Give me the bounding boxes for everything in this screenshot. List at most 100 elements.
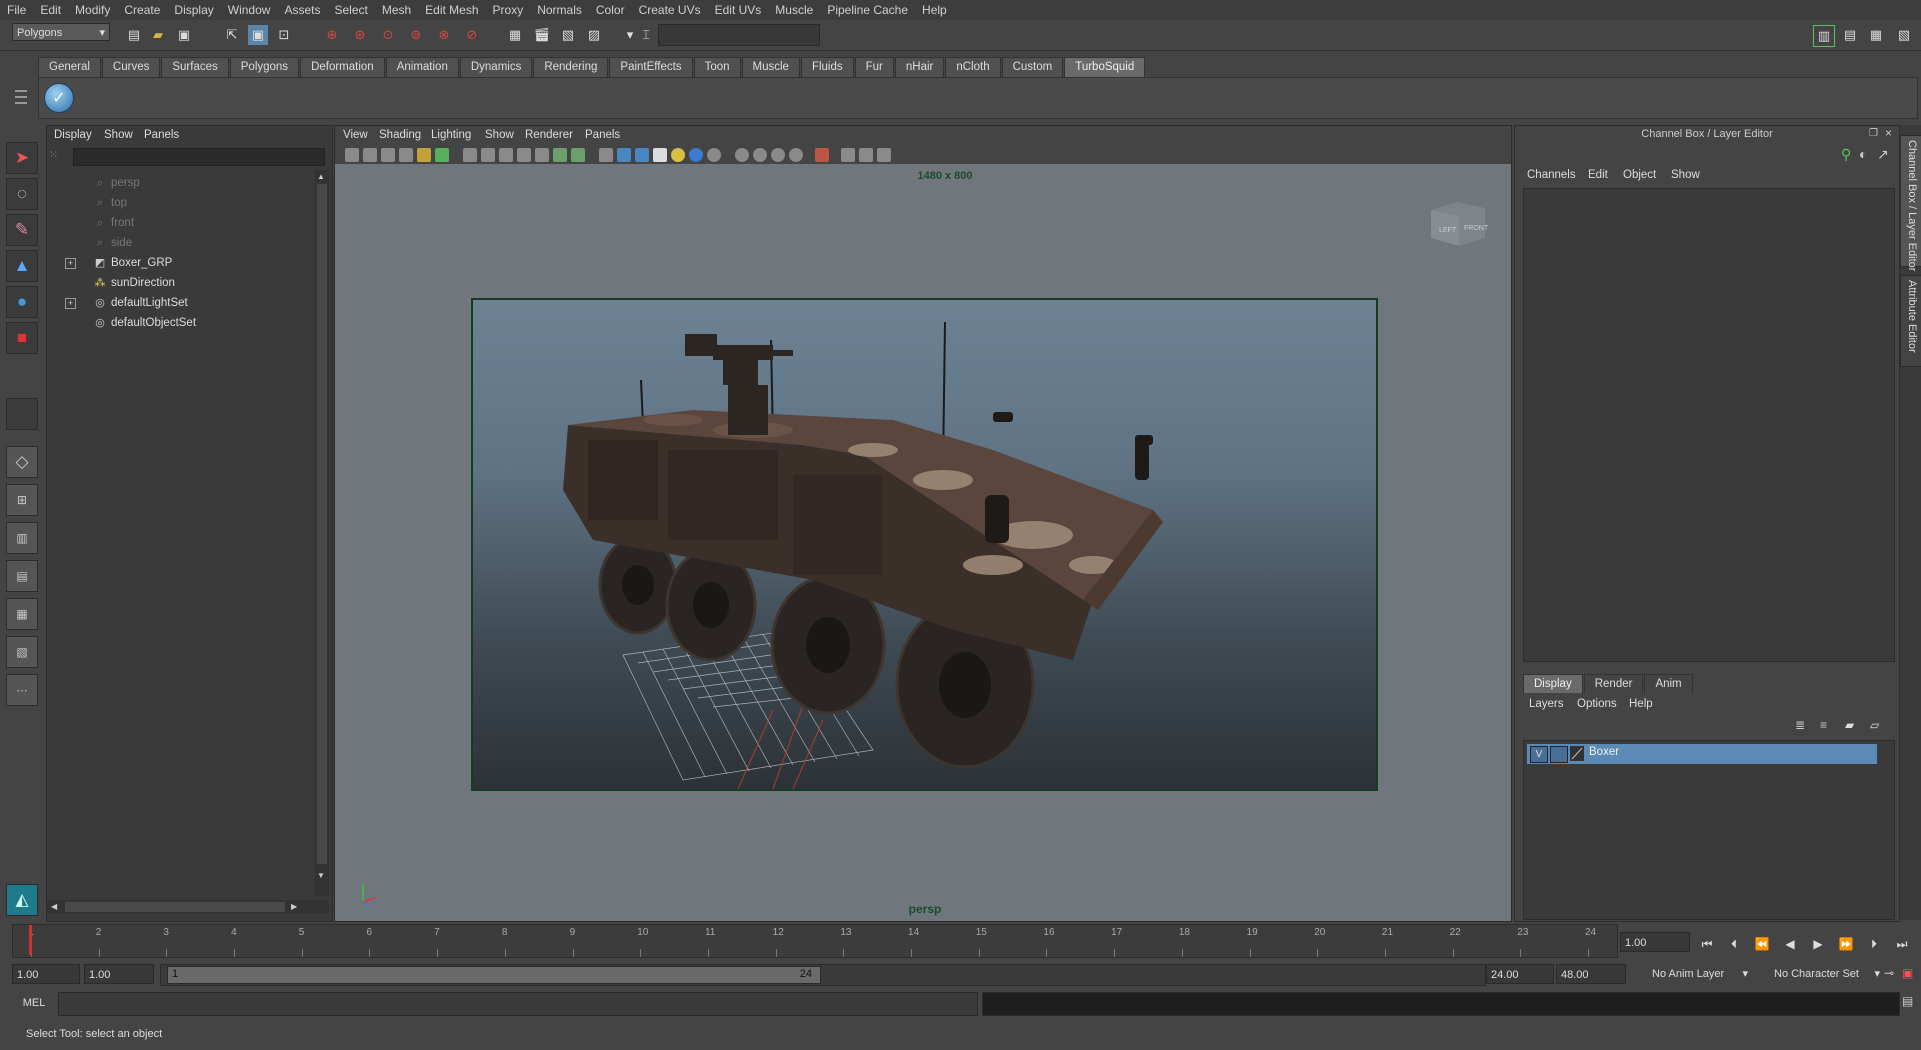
- go-to-end-icon[interactable]: ⏭: [1892, 935, 1912, 953]
- step-back-key-icon[interactable]: ⏪: [1752, 935, 1772, 953]
- turbosquid-checkmate-icon[interactable]: ✓: [44, 83, 74, 113]
- persp-graph-hypergraph-layout-icon[interactable]: ▧: [6, 636, 38, 668]
- shelf-tab-toon[interactable]: Toon: [693, 57, 741, 77]
- layer-tab-display[interactable]: Display: [1523, 674, 1583, 693]
- menu-file[interactable]: File: [0, 0, 33, 20]
- shelf-tab-dynamics[interactable]: Dynamics: [459, 57, 533, 77]
- channel-menu-object[interactable]: Object: [1623, 169, 1656, 181]
- menu-modify[interactable]: Modify: [68, 0, 117, 20]
- menu-pipeline-cache[interactable]: Pipeline Cache: [820, 0, 915, 20]
- layer-color-swatch[interactable]: [1570, 746, 1584, 761]
- custom-layout-icon[interactable]: ⋯: [6, 674, 38, 706]
- viewport-menu-view[interactable]: View: [343, 129, 368, 141]
- side-tab-channel-box[interactable]: Channel Box / Layer Editor: [1900, 135, 1921, 271]
- menu-assets[interactable]: Assets: [277, 0, 327, 20]
- menu-normals[interactable]: Normals: [530, 0, 589, 20]
- play-forwards-icon[interactable]: ▶: [1808, 935, 1828, 953]
- outliner-item-defaultlightset[interactable]: + ◎ defaultLightSet: [47, 294, 313, 312]
- animation-end-field[interactable]: 48.00: [1556, 964, 1626, 984]
- step-back-frame-icon[interactable]: ⏴: [1724, 935, 1744, 953]
- name-field-icon[interactable]: ⌶: [636, 25, 656, 45]
- scroll-down-icon[interactable]: ▼: [317, 871, 325, 880]
- show-tool-settings-icon[interactable]: ▦: [1866, 25, 1886, 45]
- ipr-render-icon[interactable]: ▧: [558, 25, 578, 45]
- create-empty-layer-icon[interactable]: ▰: [1845, 718, 1854, 732]
- channel-menu-edit[interactable]: Edit: [1588, 169, 1608, 181]
- grease-pencil-icon[interactable]: [417, 148, 431, 162]
- show-channel-box-icon[interactable]: ▧: [1894, 25, 1914, 45]
- shelf-tab-muscle[interactable]: Muscle: [741, 57, 800, 77]
- gate-mask-icon[interactable]: [517, 148, 531, 162]
- menu-edit-mesh[interactable]: Edit Mesh: [418, 0, 485, 20]
- viewport-menu-show[interactable]: Show: [485, 129, 514, 141]
- menu-help[interactable]: Help: [915, 0, 954, 20]
- viewport-menu-panels[interactable]: Panels: [585, 129, 620, 141]
- resolution-gate-icon[interactable]: [499, 148, 513, 162]
- playback-start-field[interactable]: 1.00: [84, 964, 154, 984]
- render-settings-icon[interactable]: ▦: [505, 25, 525, 45]
- move-tool-icon[interactable]: ▲: [6, 250, 38, 282]
- expand-icon[interactable]: +: [65, 258, 76, 269]
- animation-preferences-icon[interactable]: ▣: [1902, 966, 1913, 980]
- use-all-lights-icon[interactable]: [671, 148, 685, 162]
- maya-logo-icon[interactable]: ◭: [6, 884, 38, 916]
- menu-create-uvs[interactable]: Create UVs: [632, 0, 708, 20]
- viewport-menu-renderer[interactable]: Renderer: [525, 129, 573, 141]
- shelf-tab-curves[interactable]: Curves: [101, 57, 161, 77]
- menu-proxy[interactable]: Proxy: [486, 0, 531, 20]
- menu-display[interactable]: Display: [167, 0, 220, 20]
- safe-action-icon[interactable]: [553, 148, 567, 162]
- render-frame-icon[interactable]: 🎬︎: [532, 25, 552, 45]
- shelf-tab-fur[interactable]: Fur: [854, 57, 894, 77]
- xray-joints-icon[interactable]: [859, 148, 873, 162]
- isolate-select-icon[interactable]: [815, 148, 829, 162]
- menu-edit[interactable]: Edit: [33, 0, 68, 20]
- menu-select[interactable]: Select: [327, 0, 374, 20]
- outliner-item-defaultobjectset[interactable]: ◎ defaultObjectSet: [47, 314, 313, 332]
- time-slider[interactable]: 123456789101112131415161718192021222324: [12, 924, 1618, 958]
- step-forward-frame-icon[interactable]: ⏵: [1864, 935, 1884, 953]
- channel-box-display-icon[interactable]: ◐: [1859, 146, 1867, 162]
- outliner-item-boxer-grp[interactable]: + ◩ Boxer_GRP: [47, 254, 313, 272]
- four-pane-layout-icon[interactable]: ⊞: [6, 484, 38, 516]
- make-live-icon[interactable]: ⊘: [462, 25, 482, 45]
- smooth-shade-icon[interactable]: [617, 148, 631, 162]
- channel-box-speed-icon[interactable]: ↗: [1877, 146, 1889, 163]
- quick-select-field[interactable]: [658, 24, 820, 46]
- layer-tab-render[interactable]: Render: [1583, 674, 1644, 693]
- close-icon[interactable]: ×: [1885, 126, 1892, 140]
- menu-muscle[interactable]: Muscle: [768, 0, 820, 20]
- channel-menu-show[interactable]: Show: [1671, 169, 1700, 181]
- float-panel-icon[interactable]: ❐: [1869, 128, 1878, 139]
- show-hide-modeling-toolkit-icon[interactable]: ▥: [1813, 25, 1835, 47]
- viewport-panel[interactable]: View Shading Lighting Show Renderer Pane…: [334, 125, 1512, 922]
- outliner-item-top[interactable]: ⌕ top: [47, 194, 313, 212]
- safe-title-icon[interactable]: [571, 148, 585, 162]
- wireframe-on-shaded-icon[interactable]: [635, 148, 649, 162]
- rotate-tool-icon[interactable]: ●: [6, 286, 38, 318]
- shelf-tab-surfaces[interactable]: Surfaces: [161, 57, 229, 77]
- outliner-search-field[interactable]: [73, 148, 325, 166]
- layer-visibility-toggle[interactable]: V: [1530, 746, 1548, 763]
- outliner-persp-layout-icon[interactable]: ▥: [6, 522, 38, 554]
- layer-display-type-toggle[interactable]: [1550, 746, 1568, 763]
- shelf-tab-ncloth[interactable]: nCloth: [945, 57, 1001, 77]
- scroll-right-icon[interactable]: ▶: [291, 902, 297, 911]
- current-frame-field[interactable]: 1.00: [1620, 932, 1690, 952]
- last-tool-slot[interactable]: [6, 398, 38, 430]
- range-slider[interactable]: 1 24: [160, 964, 1486, 986]
- outliner-item-front[interactable]: ⌕ front: [47, 214, 313, 232]
- outliner-item-persp[interactable]: ⌕ persp: [47, 174, 313, 192]
- outliner-item-side[interactable]: ⌕ side: [47, 234, 313, 252]
- current-time-indicator[interactable]: [29, 925, 32, 955]
- shelf-tab-deformation[interactable]: Deformation: [300, 57, 385, 77]
- script-editor-icon[interactable]: ▤: [1902, 994, 1913, 1008]
- move-layer-down-icon[interactable]: ≡: [1820, 718, 1827, 732]
- menu-window[interactable]: Window: [221, 0, 278, 20]
- scroll-left-icon[interactable]: ◀: [51, 902, 57, 911]
- scale-tool-icon[interactable]: ■: [6, 322, 38, 354]
- select-object-icon[interactable]: ▣: [248, 25, 268, 45]
- snap-grid-icon[interactable]: ⊕: [322, 25, 342, 45]
- channel-box-mode-icon[interactable]: ⚲: [1841, 146, 1851, 163]
- anti-aliasing-icon[interactable]: [771, 148, 785, 162]
